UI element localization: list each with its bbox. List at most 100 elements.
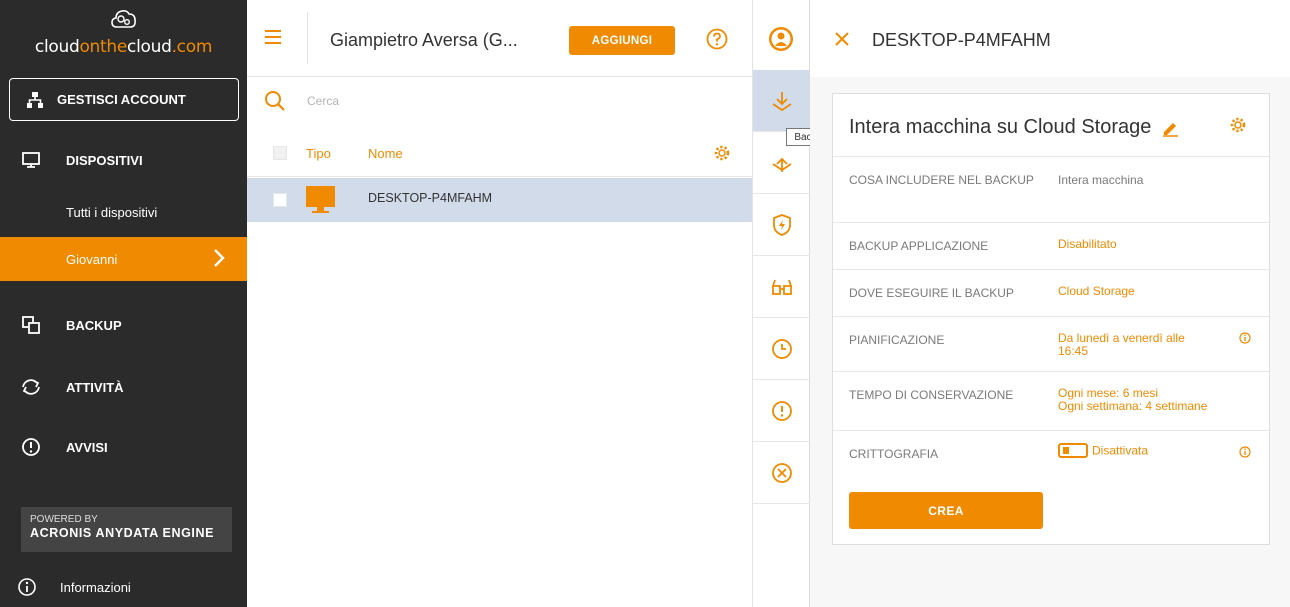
- tenant-name[interactable]: Giampietro Aversa (G...: [330, 30, 518, 51]
- sidebar-item-label: DISPOSITIVI: [66, 152, 143, 168]
- property-row-app-backup: BACKUP APPLICAZIONE Disabilitato: [833, 222, 1269, 269]
- logo[interactable]: cloudonthecloud.com: [0, 0, 247, 77]
- property-label: COSA INCLUDERE NEL BACKUP: [849, 173, 1034, 187]
- recovery-icon: [772, 157, 791, 172]
- row-checkbox[interactable]: [273, 193, 287, 207]
- action-column: [752, 0, 810, 607]
- property-value[interactable]: Disattivata: [1058, 443, 1238, 459]
- detail-header: DESKTOP-P4MFAHM: [810, 0, 1290, 77]
- search-input[interactable]: Cerca: [307, 94, 339, 108]
- top-bar: Giampietro Aversa (G... AGGIUNGI: [247, 0, 752, 77]
- backup-icon: [772, 91, 791, 111]
- encryption-toggle[interactable]: [1058, 443, 1088, 458]
- cancel-action-button[interactable]: [753, 442, 810, 504]
- property-value: Intera macchina: [1058, 173, 1144, 187]
- powered-by-badge: POWERED BY ACRONIS ANYDATA ENGINE: [21, 507, 232, 552]
- detail-title: DESKTOP-P4MFAHM: [872, 30, 1051, 50]
- property-row-where: DOVE ESEGUIRE IL BACKUP Cloud Storage: [833, 269, 1269, 316]
- select-all-checkbox[interactable]: [273, 146, 287, 160]
- logo-part: .com: [171, 37, 213, 57]
- logo-part: onthe: [79, 37, 128, 57]
- protection-action-button[interactable]: [753, 194, 810, 256]
- info-icon[interactable]: [1239, 332, 1251, 344]
- table-row[interactable]: DESKTOP-P4MFAHM: [247, 178, 752, 222]
- help-icon[interactable]: [706, 28, 728, 50]
- sidebar-item-label: Tutti i dispositivi: [66, 205, 158, 220]
- sidebar-item-label: Informazioni: [60, 579, 131, 595]
- divider: [307, 12, 308, 64]
- create-button[interactable]: CREA: [849, 492, 1043, 529]
- manage-account-button[interactable]: GESTISCI ACCOUNT: [9, 78, 239, 121]
- settings-gear-icon[interactable]: [713, 144, 731, 162]
- property-label: CRITTOGRAFIA: [849, 447, 939, 461]
- table-header: Tipo Nome: [247, 127, 752, 177]
- sidebar-item-label: BACKUP: [66, 317, 122, 333]
- engine-label: ACRONIS ANYDATA ENGINE: [30, 526, 215, 540]
- sidebar-item-devices[interactable]: DISPOSITIVI: [0, 137, 247, 183]
- sidebar-item-backup[interactable]: BACKUP: [0, 302, 247, 348]
- desktop-monitor-icon: [306, 186, 335, 213]
- column-type[interactable]: Tipo: [306, 146, 331, 161]
- info-icon: [16, 576, 38, 598]
- property-row-what: COSA INCLUDERE NEL BACKUP Intera macchin…: [833, 156, 1269, 222]
- sidebar-item-label: AVVISI: [66, 439, 108, 455]
- property-label: TEMPO DI CONSERVAZIONE: [849, 388, 1014, 402]
- backup-action-button[interactable]: [753, 70, 810, 132]
- cloud-gears-logo-icon: [110, 10, 136, 28]
- monitor-icon: [20, 149, 42, 171]
- search-icon: [265, 91, 285, 111]
- app-root: cloudonthecloud.com GESTISCI ACCOUNT DIS…: [0, 0, 1290, 607]
- cancel-icon: [771, 462, 792, 483]
- pencil-icon[interactable]: [1161, 119, 1179, 137]
- shield-bolt-icon: [772, 213, 791, 236]
- inspect-action-button[interactable]: [753, 256, 810, 318]
- devices-panel: Giampietro Aversa (G... AGGIUNGI Cerca T…: [247, 0, 752, 607]
- org-chart-icon: [27, 91, 43, 108]
- property-value[interactable]: Ogni mese: 6 mesi Ogni settimana: 4 sett…: [1058, 387, 1238, 413]
- add-button[interactable]: AGGIUNGI: [569, 26, 675, 55]
- property-label: BACKUP APPLICAZIONE: [849, 239, 989, 253]
- plan-settings-gear-icon[interactable]: [1229, 116, 1247, 134]
- schedule-action-button[interactable]: [753, 318, 810, 380]
- clock-icon: [771, 338, 792, 359]
- sidebar-item-info[interactable]: Informazioni: [0, 567, 247, 607]
- user-account-icon[interactable]: [768, 26, 794, 52]
- logo-text: cloudonthecloud.com: [0, 37, 247, 57]
- encryption-state: Disattivata: [1092, 443, 1149, 458]
- plan-title[interactable]: Intera macchina su Cloud Storage: [849, 116, 1179, 139]
- hamburger-menu-icon[interactable]: [264, 28, 282, 46]
- alert-circle-icon: [20, 436, 42, 458]
- alert-icon: [771, 400, 792, 421]
- powered-by-label: POWERED BY: [30, 514, 98, 525]
- info-icon[interactable]: [1239, 446, 1251, 458]
- column-name[interactable]: Nome: [368, 146, 403, 161]
- property-row-retention: TEMPO DI CONSERVAZIONE Ogni mese: 6 mesi…: [833, 371, 1269, 430]
- sidebar-item-alerts[interactable]: AVVISI: [0, 424, 247, 470]
- sidebar-item-all-devices[interactable]: Tutti i dispositivi: [0, 190, 247, 235]
- glasses-icon: [771, 279, 792, 295]
- sidebar-item-activities[interactable]: ATTIVITÀ: [0, 364, 247, 410]
- chevron-right-icon: [214, 249, 225, 267]
- close-icon[interactable]: [835, 32, 849, 46]
- property-row-schedule: PIANIFICAZIONE Da lunedì a venerdì alle …: [833, 316, 1269, 371]
- alerts-action-button[interactable]: [753, 380, 810, 442]
- sidebar-item-giovanni[interactable]: Giovanni: [0, 237, 247, 281]
- sidebar-item-label: ATTIVITÀ: [66, 379, 124, 395]
- property-value[interactable]: Cloud Storage: [1058, 285, 1238, 298]
- sidebar: cloudonthecloud.com GESTISCI ACCOUNT DIS…: [0, 0, 247, 607]
- device-name: DESKTOP-P4MFAHM: [368, 191, 493, 205]
- property-label: PIANIFICAZIONE: [849, 333, 945, 347]
- logo-part: cloud: [127, 37, 172, 57]
- retention-line: Ogni settimana: 4 settimane: [1058, 399, 1208, 413]
- plan-title-text: Intera macchina su Cloud Storage: [849, 116, 1152, 138]
- property-value[interactable]: Disabilitato: [1058, 238, 1238, 251]
- sync-icon: [20, 376, 42, 398]
- property-row-encryption: CRITTOGRAFIA Disattivata: [833, 430, 1269, 476]
- property-label: DOVE ESEGUIRE IL BACKUP: [849, 286, 1014, 300]
- backup-plan-card: Intera macchina su Cloud Storage COSA IN…: [832, 93, 1270, 545]
- search-bar[interactable]: Cerca: [247, 77, 752, 127]
- copy-icon: [20, 314, 42, 336]
- detail-panel: DESKTOP-P4MFAHM Intera macchina su Cloud…: [810, 0, 1290, 607]
- property-value[interactable]: Da lunedì a venerdì alle 16:45: [1058, 332, 1218, 358]
- manage-account-label: GESTISCI ACCOUNT: [57, 92, 186, 107]
